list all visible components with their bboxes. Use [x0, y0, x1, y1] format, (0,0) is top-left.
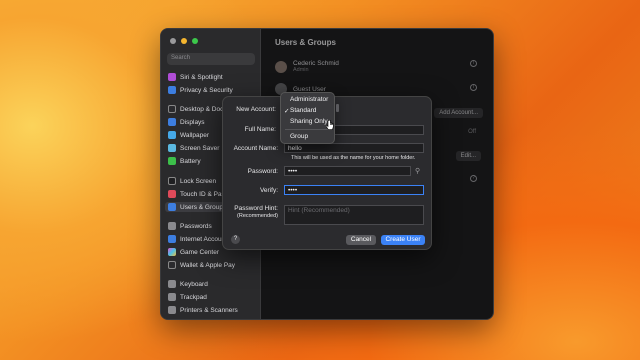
sidebar-item-wallpaper[interactable]: Wallpaper	[168, 131, 209, 139]
password-hint-field[interactable]: Hint (Recommended)	[284, 205, 424, 225]
full-name-label: Full Name:	[244, 126, 276, 133]
verify-label: Verify:	[259, 187, 278, 194]
sidebar-item-displays[interactable]: Displays	[168, 118, 205, 126]
fingerprint-icon	[168, 190, 176, 198]
new-account-label: New Account:	[236, 106, 276, 113]
key-icon[interactable]: ⚲	[415, 167, 420, 175]
sidebar-item-users-groups[interactable]: Users & Groups	[165, 202, 230, 212]
popup-stub	[336, 104, 339, 112]
sidebar-item-label: Screen Saver	[180, 144, 220, 152]
sidebar-item-label: Wallpaper	[180, 131, 210, 139]
wallet-icon	[168, 261, 176, 269]
sidebar-item-lock-screen[interactable]: Lock Screen	[168, 177, 216, 185]
minimize-button[interactable]	[181, 38, 187, 44]
hand-icon	[168, 86, 176, 94]
sidebar-item-keyboard[interactable]: Keyboard	[168, 280, 208, 288]
sidebar-item-label: Siri & Spotlight	[180, 73, 223, 81]
key-icon	[168, 222, 176, 230]
sidebar-item-screen-saver[interactable]: Screen Saver	[168, 144, 219, 152]
menu-item-administrator[interactable]: Administrator	[290, 96, 328, 103]
dock-icon	[168, 105, 176, 113]
trackpad-icon	[168, 293, 176, 301]
sidebar-item-wallet[interactable]: Wallet & Apple Pay	[168, 261, 235, 269]
create-user-button[interactable]: Create User	[381, 235, 425, 245]
menu-separator	[285, 129, 330, 130]
sidebar-item-label: Battery	[180, 157, 201, 165]
menu-item-sharing-only[interactable]: Sharing Only	[290, 118, 328, 125]
traffic-lights	[170, 38, 198, 44]
sidebar-item-label: Keyboard	[180, 280, 208, 288]
sidebar-item-label: Desktop & Dock	[180, 105, 227, 113]
siri-icon	[168, 73, 176, 81]
sidebar-item-label: Printers & Scanners	[180, 306, 238, 314]
sidebar-item-label: Lock Screen	[180, 177, 217, 185]
close-button[interactable]	[170, 38, 176, 44]
menu-item-standard[interactable]: Standard	[290, 107, 316, 114]
sidebar-item-battery[interactable]: Battery	[168, 157, 201, 165]
sidebar-item-label: Game Center	[180, 248, 220, 256]
menu-item-group[interactable]: Group	[290, 133, 308, 140]
account-type-dropdown-menu: Administrator ✓ Standard Sharing Only Gr…	[280, 92, 335, 144]
sidebar-item-trackpad[interactable]: Trackpad	[168, 293, 207, 301]
sidebar-item-internet-accounts[interactable]: Internet Accounts	[168, 235, 230, 243]
sidebar-item-label: Passwords	[180, 222, 212, 230]
battery-icon	[168, 157, 176, 165]
maximize-button[interactable]	[192, 38, 198, 44]
sidebar-item-label: Privacy & Security	[180, 86, 233, 94]
sidebar-item-label: Trackpad	[180, 293, 207, 301]
sidebar-item-desktop-dock[interactable]: Desktop & Dock	[168, 105, 227, 113]
at-icon	[168, 235, 176, 243]
sidebar-item-label: Displays	[180, 118, 205, 126]
password-hint-sublabel: (Recommended)	[237, 213, 278, 219]
sidebar-item-siri[interactable]: Siri & Spotlight	[168, 73, 223, 81]
account-name-hint: This will be used as the name for your h…	[291, 155, 416, 161]
pointer-hand-icon	[326, 120, 334, 130]
password-field[interactable]: ••••	[284, 166, 411, 176]
sidebar-item-label: Wallet & Apple Pay	[180, 261, 236, 269]
password-label: Password:	[247, 168, 278, 175]
sidebar-item-label: Users & Groups	[180, 203, 227, 211]
search-input[interactable]: Search	[167, 53, 255, 65]
wallpaper-icon	[168, 131, 176, 139]
users-icon	[168, 203, 176, 211]
keyboard-icon	[168, 280, 176, 288]
checkmark-icon: ✓	[284, 108, 290, 115]
verify-field[interactable]: ••••	[284, 185, 424, 195]
screensaver-icon	[168, 144, 176, 152]
password-hint-label: Password Hint:	[234, 205, 278, 212]
help-button[interactable]: ?	[231, 235, 240, 244]
lock-icon	[168, 177, 176, 185]
printer-icon	[168, 306, 176, 314]
sidebar-item-passwords[interactable]: Passwords	[168, 222, 212, 230]
sidebar-item-printers[interactable]: Printers & Scanners	[168, 306, 238, 314]
sidebar-item-privacy[interactable]: Privacy & Security	[168, 86, 233, 94]
cancel-button[interactable]: Cancel	[346, 235, 376, 245]
display-icon	[168, 118, 176, 126]
sidebar-item-game-center[interactable]: Game Center	[168, 248, 219, 256]
account-name-field[interactable]: hello	[284, 143, 424, 153]
gamecenter-icon	[168, 248, 176, 256]
account-name-label: Account Name:	[233, 145, 278, 152]
